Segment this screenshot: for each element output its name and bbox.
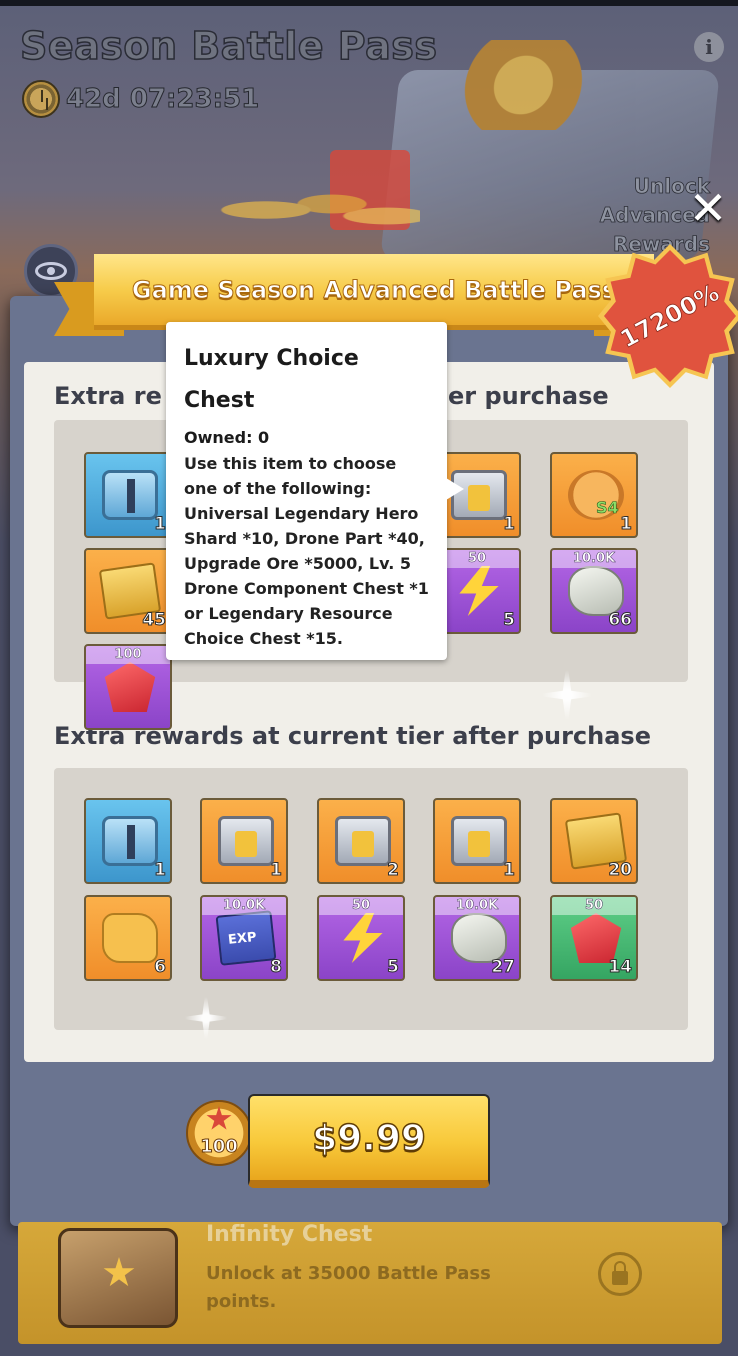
item-count: 1 <box>503 860 516 881</box>
page-title: Season Battle Pass <box>19 23 438 69</box>
modal-title: Game Season Advanced Battle Pass <box>131 275 617 304</box>
item-top-value: 10.0K <box>552 550 636 568</box>
gem-icon <box>570 913 622 963</box>
puzzle-icon <box>102 913 158 963</box>
item-top-value: 50 <box>319 897 403 915</box>
item-count: 8 <box>270 957 283 978</box>
current-tier-item-tile[interactable]: 10.0K 8 <box>200 895 288 981</box>
chest-gold-icon <box>451 470 507 520</box>
item-count: 1 <box>154 860 167 881</box>
item-count: 1 <box>620 514 633 535</box>
battle-pass-points-medal: 100 <box>186 1100 252 1172</box>
item-top-value: 10.0K <box>435 897 519 915</box>
unlock-advanced-label: Unlock Advanced Rewards <box>520 172 710 259</box>
top-edge <box>0 0 738 6</box>
ribbon-body: Game Season Advanced Battle Pass <box>94 254 654 330</box>
infinity-chest-description: Unlock at 35000 Battle Pass points. <box>206 1263 491 1312</box>
gem-icon <box>104 662 156 712</box>
item-tooltip: Luxury Choice Chest Owned: 0 Use this it… <box>166 322 447 660</box>
close-button[interactable]: ✕ <box>684 184 732 232</box>
current-tier-item-tile[interactable]: 10.0K 27 <box>433 895 521 981</box>
chest-blue-icon <box>102 470 158 520</box>
clock-icon <box>22 80 60 118</box>
points-value: 100 <box>200 1136 239 1158</box>
current-tier-item-tile[interactable]: 50 14 <box>550 895 638 981</box>
current-tier-item-tile[interactable]: 1 <box>84 798 172 884</box>
current-tier-item-tile[interactable]: 6 <box>84 895 172 981</box>
item-count: 2 <box>387 860 400 881</box>
item-count: 5 <box>387 957 400 978</box>
infinity-chest-card: Infinity Chest Unlock at 35000 Battle Pa… <box>18 1222 722 1344</box>
chest-gold-icon <box>451 816 507 866</box>
value-badge-text: 17200% <box>615 278 725 354</box>
all-tiers-item-tile[interactable]: 45 <box>84 548 172 634</box>
chest-gold-icon <box>335 816 391 866</box>
lock-icon <box>598 1252 642 1296</box>
item-count: 1 <box>503 514 516 535</box>
item-skill-label: S4 <box>596 498 619 518</box>
item-count: 1 <box>270 860 283 881</box>
all-tiers-item-tile[interactable]: 10.0K 66 <box>550 548 638 634</box>
chest-gold-icon <box>218 816 274 866</box>
item-top-value: 50 <box>435 550 519 568</box>
all-tiers-item-tile[interactable]: 1 <box>84 452 172 538</box>
section-all-tiers-title-left: Extra re <box>54 382 162 410</box>
background-coins <box>200 180 420 240</box>
item-count: 45 <box>142 610 167 631</box>
price-label: $9.99 <box>311 1117 426 1160</box>
item-count: 20 <box>608 860 633 881</box>
bolt-icon <box>343 913 383 963</box>
infinity-chest-title: Infinity Chest <box>206 1222 373 1247</box>
bolt-icon <box>459 566 499 616</box>
all-tiers-item-tile[interactable]: 100 <box>84 644 172 730</box>
info-icon[interactable]: i <box>694 32 724 62</box>
season-timer: 42d 07:23:51 <box>22 80 260 118</box>
item-count: 27 <box>491 957 516 978</box>
item-top-value: 100 <box>86 646 170 664</box>
item-count: 6 <box>154 957 167 978</box>
item-count: 5 <box>503 610 516 631</box>
tooltip-title-line2: Chest <box>184 388 255 413</box>
item-count: 14 <box>608 957 633 978</box>
section-all-tiers-title-right: er purchase <box>448 382 609 410</box>
current-tier-item-tile[interactable]: 20 <box>550 798 638 884</box>
unlock-advanced-line1: Unlock Advanced <box>599 174 710 228</box>
all-tiers-item-tile[interactable]: S4 1 <box>550 452 638 538</box>
tooltip-description: Use this item to choose one of the follo… <box>184 454 429 648</box>
current-tier-item-tile[interactable]: 50 5 <box>317 895 405 981</box>
ore-icon <box>451 913 507 963</box>
current-tier-item-tile[interactable]: 2 <box>317 798 405 884</box>
item-count: 66 <box>608 610 633 631</box>
item-top-value: 50 <box>552 897 636 915</box>
book-icon <box>215 910 277 966</box>
current-tier-item-tile[interactable]: 1 <box>200 798 288 884</box>
infinity-chest-icon <box>58 1228 178 1328</box>
ore-icon <box>568 566 624 616</box>
tooltip-title-line1: Luxury Choice <box>184 346 359 371</box>
timer-text: 42d 07:23:51 <box>65 84 260 115</box>
tooltip-owned: Owned: 0 <box>184 428 270 447</box>
item-top-value: 10.0K <box>202 897 286 915</box>
current-tier-item-tile[interactable]: 1 <box>433 798 521 884</box>
item-count: 1 <box>154 514 167 535</box>
buy-button[interactable]: $9.99 <box>248 1094 490 1188</box>
chest-blue-icon <box>102 816 158 866</box>
